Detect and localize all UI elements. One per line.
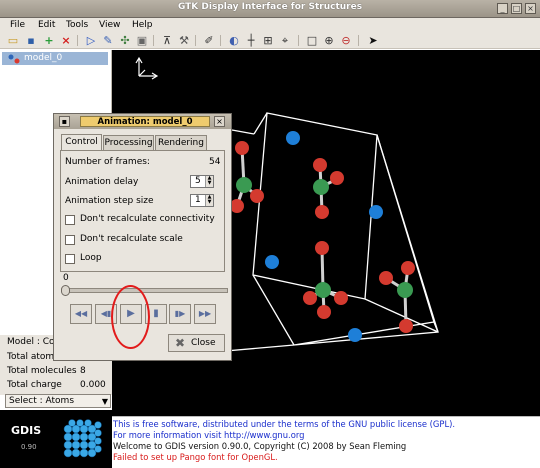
loop-label: Loop — [80, 253, 102, 263]
dialog-titlebar[interactable]: ▪ Animation: model_0 × — [54, 114, 231, 129]
measure-icon[interactable]: ✣ — [118, 34, 132, 47]
maximize-button[interactable]: □ — [511, 3, 522, 14]
close-icon: ✖ — [175, 336, 186, 350]
pointer-icon[interactable]: ➤ — [366, 34, 380, 47]
iso-icon[interactable]: ⊼ — [160, 34, 174, 47]
loop-checkbox[interactable] — [65, 254, 75, 264]
surface-icon[interactable]: ▣ — [135, 34, 149, 47]
frame-number-label: 0 — [63, 273, 69, 283]
info-label: Total molecules — [7, 366, 77, 376]
info-value: 0.000 — [80, 380, 106, 390]
select-mode-dropdown[interactable]: Select : Atoms ▼ — [5, 394, 111, 408]
menu-tools[interactable]: Tools — [66, 20, 88, 30]
menu-bar: File Edit Tools View Help — [0, 18, 540, 33]
connectivity-label: Don't recalculate connectivity — [80, 214, 215, 224]
step-forward-icon: ▮▶ — [174, 309, 186, 318]
dialog-title: Animation: model_0 — [80, 116, 210, 127]
delay-label: Animation delay — [65, 177, 139, 187]
model-tree-item[interactable]: model_0 — [2, 52, 108, 65]
status-line: Failed to set up Pango font for OpenGL. — [113, 452, 278, 462]
step-value: 1 — [195, 195, 201, 205]
frame-icon[interactable]: □ — [305, 34, 319, 47]
delete-icon[interactable]: × — [59, 34, 73, 47]
step-back-icon: ◀▮ — [100, 309, 112, 318]
menu-view[interactable]: View — [99, 20, 120, 30]
status-line: Welcome to GDIS version 0.90.0, Copyrigh… — [113, 441, 407, 451]
model-icon — [8, 54, 20, 64]
minimize-button[interactable]: _ — [497, 3, 508, 14]
model-tree-item-label: model_0 — [24, 53, 63, 63]
close-window-button[interactable]: × — [525, 3, 536, 14]
logo-version: 0.90 — [21, 443, 37, 451]
delay-spinner[interactable]: 5 ▲ ▼ — [190, 175, 214, 188]
frames-value: 54 — [209, 157, 221, 167]
info-model-label: Model : Co — [7, 337, 55, 347]
info-label: Total charge — [7, 380, 62, 390]
info-value: 8 — [80, 366, 86, 376]
connectivity-checkbox[interactable] — [65, 215, 75, 225]
open-icon[interactable]: ▭ — [6, 34, 20, 47]
close-button[interactable]: ✖ Close — [168, 334, 225, 352]
frame-slider-handle[interactable] — [61, 285, 70, 296]
status-line: This is free software, distributed under… — [113, 419, 456, 429]
dialog-close-icon[interactable]: × — [214, 116, 225, 127]
dynamics-icon[interactable]: ⚒ — [177, 34, 191, 47]
pencil-icon[interactable]: ✐ — [202, 34, 216, 47]
delay-value: 5 — [195, 176, 201, 186]
fast-forward-icon: ▶▶ — [198, 309, 212, 318]
tab-processing[interactable]: Processing — [103, 135, 154, 150]
save-icon[interactable]: ▪ — [24, 34, 38, 47]
add-icon[interactable]: + — [42, 34, 56, 47]
scale-label: Don't recalculate scale — [80, 234, 183, 244]
info-row: Total molecules 8 — [0, 364, 112, 379]
logo-text: GDIS — [11, 424, 42, 437]
select-mode-value: Select : Atoms — [9, 396, 75, 406]
axes-icon — [135, 56, 159, 80]
menu-help[interactable]: Help — [132, 20, 153, 30]
close-button-label: Close — [191, 338, 216, 348]
dialog-menu-icon[interactable]: ▪ — [59, 116, 70, 127]
rewind-icon: ◀◀ — [74, 309, 88, 318]
edit-icon[interactable]: ✎ — [101, 34, 115, 47]
plus-icon[interactable]: ⊕ — [322, 34, 336, 47]
crystal-cube-icon — [63, 419, 102, 458]
chevron-down-icon: ▼ — [101, 397, 108, 406]
control-tab-panel: Number of frames: 54 Animation delay 5 ▲… — [60, 150, 225, 272]
window-titlebar: GTK Display Interface for Structures _ □… — [0, 0, 540, 18]
menu-edit[interactable]: Edit — [38, 20, 55, 30]
tab-control[interactable]: Control — [61, 134, 102, 151]
rewind-button[interactable]: ◀◀ — [70, 304, 92, 324]
step-spinner[interactable]: 1 ▲ ▼ — [190, 194, 214, 207]
spinner-arrows-icon[interactable]: ▲ ▼ — [205, 176, 213, 187]
info-row: Total charge 0.000 — [0, 378, 112, 393]
gdis-logo: GDIS 0.90 — [0, 410, 112, 468]
fast-forward-button[interactable]: ▶▶ — [194, 304, 216, 324]
info-label: Total atom — [7, 352, 55, 362]
frames-label: Number of frames: — [65, 157, 150, 167]
tab-rendering[interactable]: Rendering — [155, 135, 207, 150]
stop-icon: ▮ — [153, 308, 159, 319]
step-forward-button[interactable]: ▮▶ — [169, 304, 191, 324]
highlight-circle — [111, 285, 150, 349]
plane-icon[interactable]: ┼ — [244, 34, 258, 47]
status-log: This is free software, distributed under… — [112, 416, 540, 468]
frame-slider[interactable] — [63, 288, 228, 293]
step-label: Animation step size — [65, 196, 154, 206]
scale-checkbox[interactable] — [65, 235, 75, 245]
axis-icon[interactable]: ◐ — [227, 34, 241, 47]
toolbar: ▭ ▪ + × ▷ ✎ ✣ ▣ ⊼ ⚒ ✐ ◐ ┼ ⊞ ⌖ □ ⊕ ⊖ ➤ — [0, 33, 540, 49]
status-line: For more information visit http://www.gn… — [113, 430, 305, 440]
menu-file[interactable]: File — [10, 20, 25, 30]
window-title: GTK Display Interface for Structures — [177, 2, 363, 12]
camera-icon[interactable]: ⌖ — [278, 34, 292, 47]
grid-icon[interactable]: ⊞ — [261, 34, 275, 47]
play-icon[interactable]: ▷ — [84, 34, 98, 47]
minus-icon[interactable]: ⊖ — [339, 34, 353, 47]
spinner-arrows-icon[interactable]: ▲ ▼ — [205, 195, 213, 206]
